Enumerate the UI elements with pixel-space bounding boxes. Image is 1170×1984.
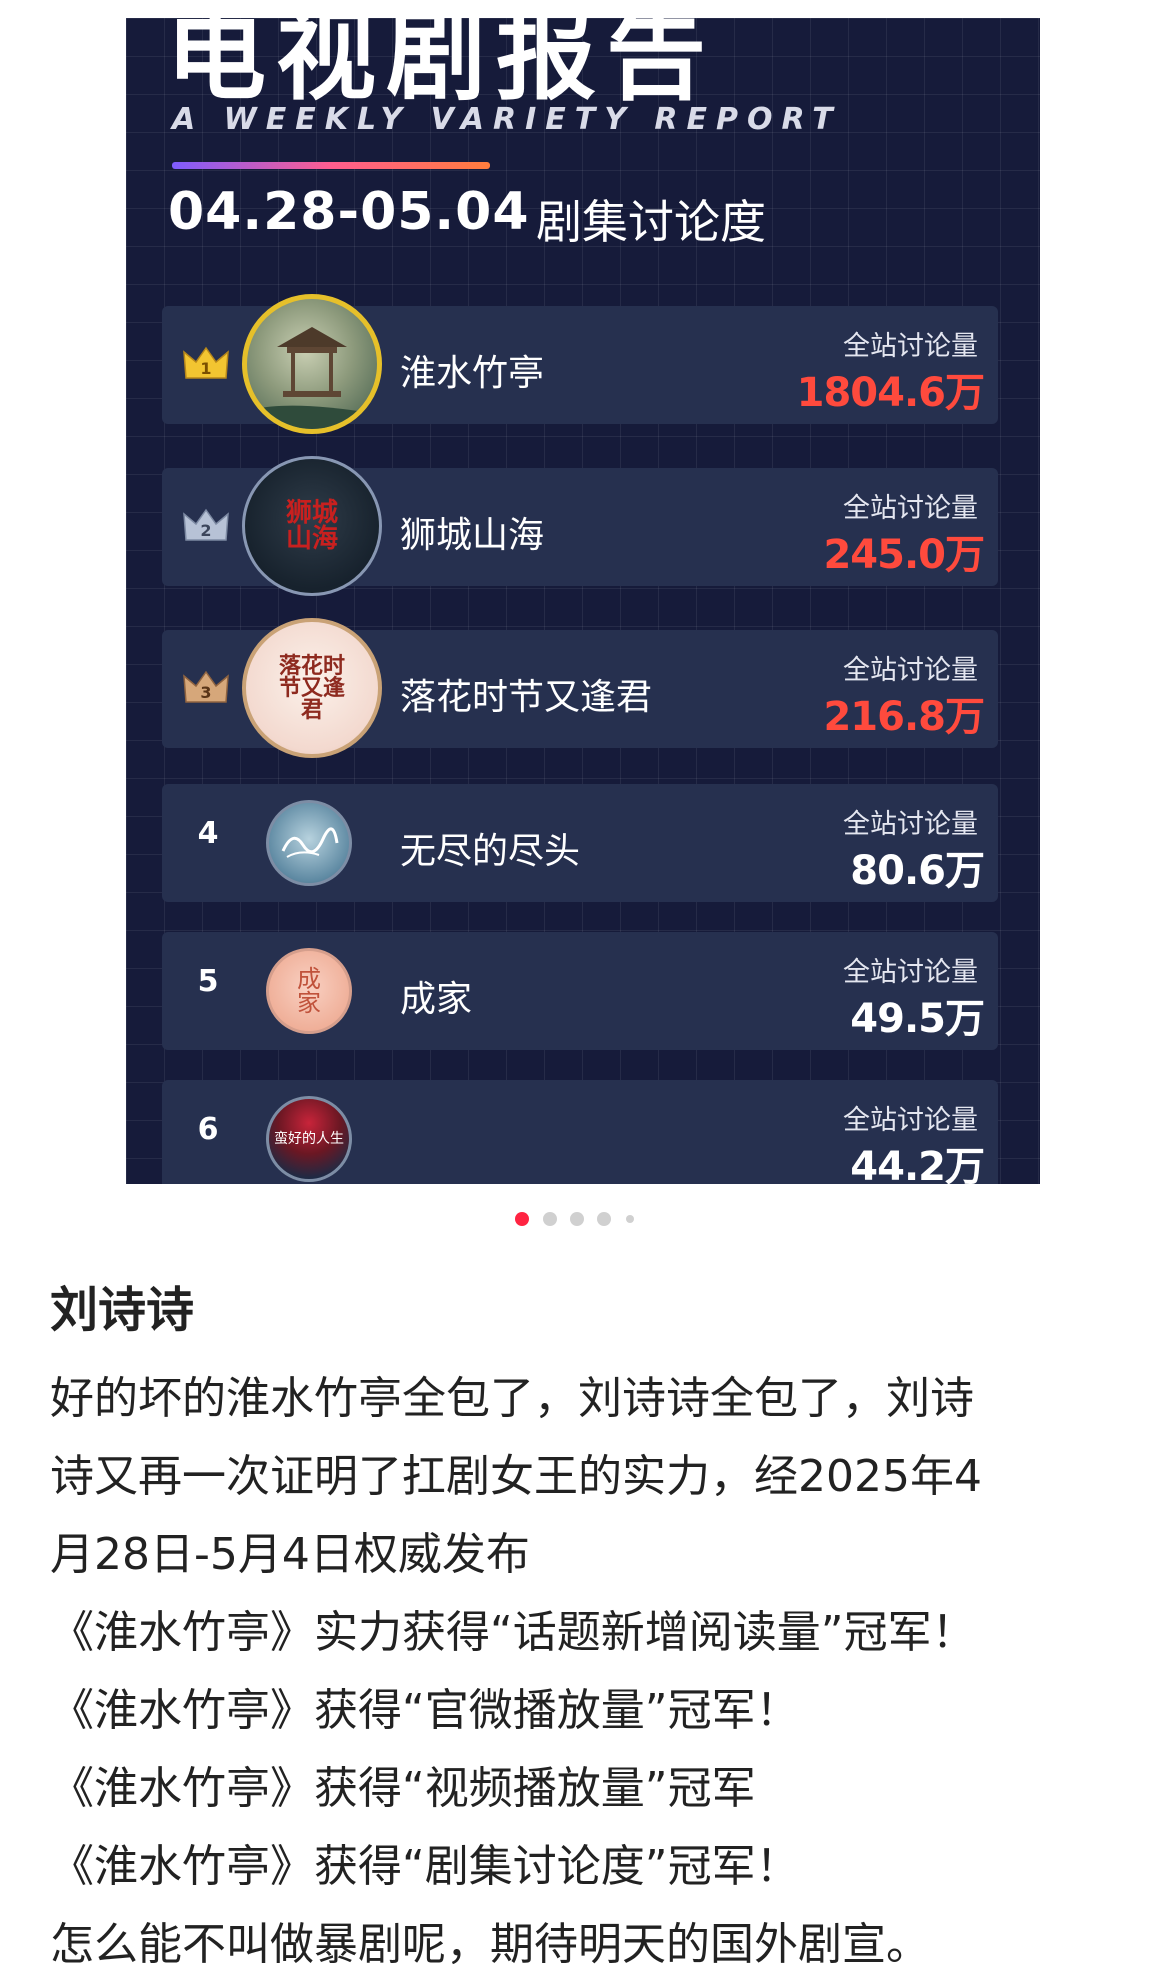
- post-line: 《淮水竹亭》获得“官微播放量”冠军！: [50, 1685, 800, 1736]
- carousel-indicator: [0, 1212, 1170, 1232]
- rank-row[interactable]: 3 落花时节又逢君 落花时节又逢君 全站讨论量 216.8万: [162, 618, 998, 758]
- svg-text:1: 1: [200, 359, 211, 378]
- discussion-value: 216.8万: [823, 694, 985, 740]
- rank-row[interactable]: 6 蛮好的人生 全站讨论量 44.2万: [162, 1080, 998, 1184]
- show-name: 狮城山海: [400, 515, 545, 556]
- post-line: 好的坏的淮水竹亭全包了，刘诗诗全包了，刘诗: [50, 1373, 974, 1424]
- svg-text:3: 3: [200, 683, 211, 702]
- script-icon: [281, 827, 339, 858]
- rank-number: 5: [197, 964, 219, 999]
- carousel-dot[interactable]: [570, 1212, 584, 1226]
- value-label: 全站讨论量: [843, 655, 978, 686]
- flower-poster-icon: 落花时节又逢君: [242, 618, 382, 758]
- value-label: 全站讨论量: [843, 809, 978, 840]
- show-name: 淮水竹亭: [400, 353, 545, 394]
- rank-row[interactable]: 2 狮城山海 狮城山海 全站讨论量 245.0万: [162, 456, 998, 596]
- value-label: 全站讨论量: [843, 493, 978, 524]
- rank-row[interactable]: 1 淮水竹亭 全站讨论量 1804.6万: [162, 294, 998, 434]
- silver-crown-icon: 2: [183, 508, 229, 541]
- poster-calligraphy: 落花时节又逢君: [278, 653, 345, 723]
- poster-calligraphy: 蛮好的人生: [274, 1131, 344, 1147]
- value-label: 全站讨论量: [843, 1105, 978, 1136]
- post-author[interactable]: 刘诗诗: [50, 1270, 194, 1340]
- value-label: 全站讨论量: [843, 957, 978, 988]
- discussion-value: 80.6万: [850, 848, 985, 894]
- discussion-value: 49.5万: [850, 996, 985, 1042]
- carousel-dot[interactable]: [543, 1212, 557, 1226]
- post-line: 月28日-5月4日权威发布: [50, 1529, 530, 1580]
- post-line: 《淮水竹亭》获得“视频播放量”冠军: [50, 1763, 756, 1814]
- calligraphy-poster-icon: 狮城山海: [242, 456, 382, 596]
- date-range: 04.28-05.04: [168, 182, 530, 242]
- rank-row[interactable]: 5 成家 成家 全站讨论量 49.5万: [162, 932, 998, 1050]
- rank-row[interactable]: 4 无尽的尽头 全站讨论量 80.6万: [162, 784, 998, 902]
- red-poster-icon: 蛮好的人生: [266, 1096, 352, 1182]
- gold-crown-icon: 1: [183, 346, 229, 379]
- carousel-dot[interactable]: [626, 1215, 634, 1223]
- report-image[interactable]: 电视剧报告 A WEEKLY VARIETY REPORT 04.28-05.0…: [126, 18, 1040, 1184]
- value-label: 全站讨论量: [843, 331, 978, 362]
- discussion-value: 1804.6万: [796, 370, 985, 416]
- title-poster-icon: 成家: [266, 948, 352, 1034]
- bronze-crown-icon: 3: [183, 670, 229, 703]
- discussion-value: 245.0万: [823, 532, 985, 578]
- post-body: 好的坏的淮水竹亭全包了，刘诗诗全包了，刘诗 诗又再一次证明了扛剧女王的实力，经2…: [50, 1360, 1130, 1984]
- post-line: 怎么能不叫做暴剧呢，期待明天的国外剧宣。: [50, 1919, 930, 1970]
- poster-calligraphy: 成家: [297, 965, 321, 1017]
- report-subtitle: A WEEKLY VARIETY REPORT: [172, 102, 842, 137]
- discussion-value: 44.2万: [850, 1144, 985, 1184]
- post-line: 《淮水竹亭》获得“剧集讨论度”冠军！: [50, 1841, 800, 1892]
- rank-number: 6: [197, 1112, 219, 1147]
- title-underline: [172, 162, 490, 169]
- carousel-dot[interactable]: [597, 1212, 611, 1226]
- pavilion-icon: [247, 327, 377, 429]
- rank-number: 4: [197, 816, 219, 851]
- metric-title: 剧集讨论度: [536, 195, 766, 249]
- post-line: 诗又再一次证明了扛剧女王的实力，经2025年4: [50, 1451, 982, 1502]
- svg-text:2: 2: [200, 521, 211, 540]
- script-poster-icon: [266, 800, 352, 886]
- poster-calligraphy: 狮城山海: [285, 498, 338, 554]
- pavilion-poster-icon: [242, 294, 382, 434]
- post-line: 《淮水竹亭》实力获得“话题新增阅读量”冠军！: [50, 1607, 976, 1658]
- show-name: 成家: [400, 979, 473, 1020]
- show-name: 落花时节又逢君: [400, 677, 653, 718]
- carousel-dot-active[interactable]: [515, 1212, 529, 1226]
- show-name: 无尽的尽头: [400, 831, 581, 872]
